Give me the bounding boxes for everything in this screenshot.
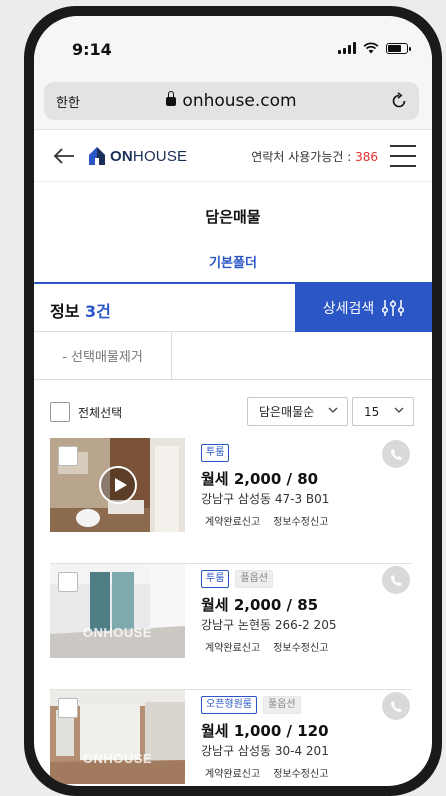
- listing-tags: 투룸 풀옵션: [201, 570, 274, 588]
- status-bar: 9:14: [34, 16, 432, 74]
- info-correction-report-link[interactable]: 정보수정신고: [273, 513, 328, 528]
- listing-checkbox[interactable]: [58, 446, 78, 466]
- chevron-down-icon: [394, 407, 404, 413]
- listing-links: 계약완료신고 정보수정신고: [205, 513, 328, 528]
- watermark: ONHOUSE: [82, 625, 153, 640]
- listing-item[interactable]: ONHOUSE 투룸 풀옵션 월세 2,000 / 85 강남구 논현동 266…: [50, 564, 412, 690]
- status-icons: [338, 42, 411, 54]
- sort-selected: 담은매물순: [259, 405, 315, 419]
- remove-selected-button[interactable]: - 선택매물제거: [34, 332, 172, 380]
- browser-bar: 한한 onhouse.com: [34, 74, 432, 130]
- logo-mark-icon: [89, 147, 105, 165]
- listing-price: 월세 1,000 / 120: [201, 722, 329, 740]
- listing-photo[interactable]: [50, 438, 185, 532]
- phone-icon[interactable]: [382, 440, 410, 468]
- listing-checkbox[interactable]: [58, 572, 78, 592]
- listing-photo[interactable]: ONHOUSE: [50, 564, 185, 658]
- tag-room-type: 투룸: [201, 444, 230, 462]
- phone-icon[interactable]: [382, 692, 410, 720]
- logo[interactable]: ONHOUSE: [88, 146, 187, 166]
- arrow-left-icon[interactable]: [52, 146, 76, 166]
- sliders-icon: [382, 300, 405, 316]
- listing-tags: 오픈형원룸 풀옵션: [201, 696, 301, 714]
- chevron-down-icon: [328, 407, 338, 413]
- listing-tags: 투룸: [201, 444, 230, 462]
- select-all-checkbox[interactable]: [50, 402, 70, 422]
- listing-item[interactable]: 투룸 월세 2,000 / 80 강남구 삼성동 47-3 B01 계약완료신고…: [50, 438, 412, 564]
- listing-price: 월세 2,000 / 85: [201, 596, 319, 614]
- wifi-icon: [363, 42, 379, 54]
- tag-option: 풀옵션: [235, 570, 274, 588]
- select-all[interactable]: 전체선택: [50, 402, 122, 422]
- address-bar[interactable]: 한한 onhouse.com: [44, 82, 419, 120]
- watermark: ONHOUSE: [82, 751, 153, 766]
- listing-price: 월세 2,000 / 80: [201, 470, 319, 488]
- listing-address: 강남구 삼성동 47-3 B01: [201, 492, 330, 506]
- listing-address: 강남구 논현동 266-2 205: [201, 618, 337, 632]
- folder-tab[interactable]: 기본폴더: [34, 252, 432, 271]
- info-label: 정보: [50, 302, 86, 321]
- url-text: onhouse.com: [182, 91, 297, 111]
- reload-icon[interactable]: [389, 91, 409, 111]
- detail-search-label: 상세검색: [322, 301, 375, 317]
- play-video-icon[interactable]: [99, 466, 137, 504]
- info-correction-report-link[interactable]: 정보수정신고: [273, 639, 328, 654]
- contract-complete-report-link[interactable]: 계약완료신고: [205, 639, 260, 654]
- contract-complete-report-link[interactable]: 계약완료신고: [205, 513, 260, 528]
- page-title: 담은매물: [205, 208, 261, 226]
- battery-icon: [386, 42, 411, 54]
- tag-option: 풀옵션: [263, 696, 301, 714]
- result-info: 정보 3건: [50, 298, 111, 322]
- info-count: 3건: [85, 302, 111, 321]
- lock-icon: [166, 91, 177, 106]
- contact-label: 연락처 사용가능건 :: [251, 150, 356, 164]
- app-header: ONHOUSE 연락처 사용가능건 : 386: [34, 130, 432, 182]
- contact-remaining: 연락처 사용가능건 : 386: [251, 148, 378, 165]
- tag-room-type: 투룸: [201, 570, 230, 588]
- listing-address: 강남구 삼성동 30-4 201: [201, 744, 329, 758]
- contact-count: 386: [355, 150, 378, 164]
- phone-icon[interactable]: [382, 566, 410, 594]
- info-bar: 정보 3건 상세검색: [34, 282, 432, 332]
- toolbar-spacer: [172, 332, 432, 380]
- listing-checkbox[interactable]: [58, 698, 78, 718]
- tag-room-type: 오픈형원룸: [201, 696, 257, 714]
- listing-links: 계약완료신고 정보수정신고: [205, 765, 328, 780]
- detail-search-button[interactable]: 상세검색: [295, 284, 432, 332]
- select-all-label: 전체선택: [78, 405, 123, 420]
- logo-text: ONHOUSE: [110, 147, 188, 165]
- phone-frame: 9:14 한한 onhouse.com ONHOUSE 연락처 사용가능건: …: [24, 6, 442, 796]
- listing-photo[interactable]: ONHOUSE: [50, 690, 185, 784]
- hamburger-icon[interactable]: [390, 145, 416, 167]
- phone-screen: 9:14 한한 onhouse.com ONHOUSE 연락처 사용가능건: …: [34, 16, 432, 786]
- listing-links: 계약완료신고 정보수정신고: [205, 639, 328, 654]
- page-size-selected: 15: [364, 404, 380, 419]
- sort-dropdown[interactable]: 담은매물순: [247, 397, 348, 426]
- url-display[interactable]: onhouse.com: [44, 91, 419, 111]
- signal-icon: [338, 42, 356, 54]
- page-size-dropdown[interactable]: 15: [352, 397, 414, 426]
- status-time: 9:14: [72, 40, 112, 59]
- listing-item[interactable]: ONHOUSE 오픈형원룸 풀옵션 월세 1,000 / 120 강남구 삼성동…: [50, 690, 412, 786]
- contract-complete-report-link[interactable]: 계약완료신고: [205, 765, 260, 780]
- info-correction-report-link[interactable]: 정보수정신고: [273, 765, 328, 780]
